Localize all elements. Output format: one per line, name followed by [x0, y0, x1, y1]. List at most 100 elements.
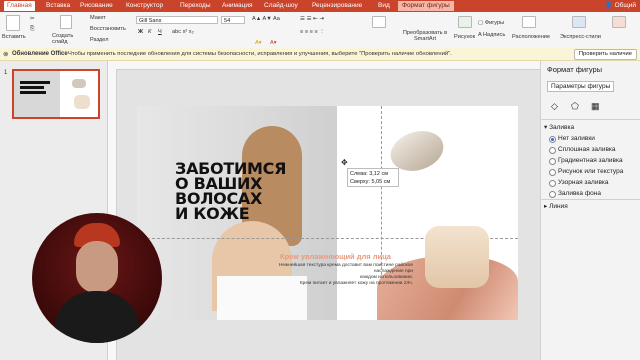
- effects-icon[interactable]: ⬠: [571, 101, 579, 112]
- thumbnail-headline-bar: [20, 81, 50, 84]
- update-notification-bar: ⊗ Обновление Office Чтобы применить посл…: [0, 48, 640, 61]
- tab-shape-format[interactable]: Формат фигуры: [398, 1, 454, 11]
- copy-icon[interactable]: ⎘: [30, 26, 34, 33]
- tab-review[interactable]: Рецензирование: [312, 1, 362, 11]
- fill-radio-gradient[interactable]: [549, 158, 556, 165]
- picture-icon[interactable]: [458, 16, 472, 28]
- fill-radio-none[interactable]: [549, 136, 556, 143]
- align-icons[interactable]: ≡ ≡ ≡ ≡ ⋮: [300, 29, 325, 35]
- fill-section-label: Заливка: [549, 124, 575, 131]
- move-cursor-icon: ✥: [341, 158, 348, 167]
- tooltip-left: Слева: 3,12 см: [350, 171, 388, 177]
- bold-button[interactable]: Ж: [138, 29, 143, 35]
- smartart-icon[interactable]: [372, 16, 386, 28]
- pane-title: Формат фигуры: [547, 65, 603, 74]
- face-shape: [76, 241, 118, 293]
- format-shape-pane: Формат фигуры Параметры фигуры ◇ ⬠ ▦ ▾ З…: [540, 61, 640, 360]
- tab-design[interactable]: Конструктор: [126, 1, 163, 11]
- fill-line-icon[interactable]: ◇: [551, 101, 558, 112]
- new-slide-label: Создать слайд: [52, 33, 74, 45]
- arrange-label: Расположение: [512, 34, 551, 40]
- tab-home[interactable]: Главная: [4, 1, 35, 11]
- quick-styles-label: Экспресс-стили: [560, 34, 601, 40]
- slide-headline[interactable]: ЗАБОТИМСЯ О ВАШИХ ВОЛОСАХ И КОЖЕ: [175, 161, 286, 223]
- shapes-button[interactable]: ▢ Фигуры: [478, 20, 504, 26]
- line-section-toggle[interactable]: ▸ Линия: [544, 202, 568, 210]
- pane-divider: [541, 119, 640, 120]
- jacket-shape: [54, 291, 140, 343]
- textbox-label: Надпись: [482, 32, 506, 38]
- tab-view[interactable]: Вид: [378, 1, 390, 11]
- ribbon-tab-bar: Главная Вставка Рисование Конструктор Пе…: [0, 0, 640, 12]
- bullets-icon[interactable]: ☰ ☰ ⇤ ⇥: [300, 16, 324, 22]
- reset-button[interactable]: Восстановить: [90, 26, 126, 32]
- shapes-label: Фигуры: [484, 20, 505, 26]
- arrange-icon[interactable]: [522, 16, 536, 28]
- thumbnail-jar: [74, 95, 90, 109]
- fill-radio-picture[interactable]: [549, 169, 556, 176]
- fill-radio-pattern[interactable]: [549, 180, 556, 187]
- body-line: Нежнейшая текстура крема доставит вам по…: [278, 263, 413, 274]
- cut-icon[interactable]: ✂: [30, 16, 35, 22]
- font-name-select[interactable]: Gill Sans: [136, 16, 218, 24]
- fill-option-label: Градиентная заливка: [558, 157, 623, 164]
- slide[interactable]: ЗАБОТИМСЯ О ВАШИХ ВОЛОСАХ И КОЖЕ Крем ув…: [137, 106, 518, 320]
- fill-radio-solid[interactable]: [549, 147, 556, 154]
- presenter-webcam: [32, 213, 162, 343]
- fill-section-toggle[interactable]: ▾ Заливка: [544, 123, 574, 131]
- pane-divider: [541, 199, 640, 200]
- notice-text: Чтобы применить последние обновления для…: [68, 51, 452, 57]
- position-tooltip: Слева: 3,12 см Сверху: 5,05 см: [347, 168, 399, 187]
- slide-subheading[interactable]: Крем увлажняющий для лица: [280, 252, 391, 261]
- horizontal-ruler: [108, 61, 540, 70]
- check-updates-button[interactable]: Проверить наличие: [573, 49, 637, 60]
- tab-slideshow[interactable]: Слайд-шоу: [264, 1, 298, 11]
- font-color-icon[interactable]: A▾: [270, 40, 277, 46]
- line-section-label: Линия: [549, 203, 568, 210]
- smartart-label: Преобразовать в SmartArt: [402, 30, 448, 42]
- slide-thumbnail[interactable]: [12, 69, 100, 119]
- tab-animations[interactable]: Анимация: [222, 1, 253, 11]
- fill-option-label: Заливка фона: [558, 190, 601, 197]
- highlight-color-icon[interactable]: A▾: [255, 40, 262, 46]
- section-button[interactable]: Раздел: [90, 37, 109, 43]
- tab-transitions[interactable]: Переходы: [180, 1, 211, 11]
- underline-button[interactable]: Ч: [158, 29, 162, 35]
- paste-icon[interactable]: [6, 15, 20, 31]
- paste-label: Вставить: [2, 34, 26, 40]
- share-button[interactable]: 👤 Общий: [605, 1, 636, 9]
- body-line: Крем питает и увлажняет кожу на протяжен…: [299, 281, 413, 286]
- italic-button[interactable]: К: [148, 29, 151, 35]
- thumbnail-lid: [72, 79, 86, 88]
- textbox-button[interactable]: A Надпись: [478, 32, 505, 38]
- headline-line: И КОЖЕ: [175, 204, 250, 223]
- layout-button[interactable]: Макет: [90, 15, 106, 21]
- strike-button[interactable]: abc x² x₂: [172, 29, 194, 35]
- shape-fill-icon[interactable]: [612, 16, 626, 28]
- tab-draw[interactable]: Рисование: [80, 1, 113, 11]
- picture-label: Рисунок: [454, 34, 476, 40]
- tab-insert[interactable]: Вставка: [46, 1, 70, 11]
- slide-number: 1: [4, 70, 8, 76]
- thumbnail-photo: [14, 71, 60, 117]
- ribbon: Вставить ✂ ⎘ Создать слайд Макет Восстан…: [0, 12, 640, 49]
- grow-font-icon[interactable]: A▲ A▼ Aa: [252, 16, 280, 22]
- thumbnail-headline-bar: [20, 91, 46, 94]
- size-properties-icon[interactable]: ▦: [591, 101, 600, 112]
- shape-options-tab[interactable]: Параметры фигуры: [547, 81, 615, 92]
- tooltip-top: Сверху: 5,05 см: [350, 179, 391, 185]
- notice-title: Обновление Office: [12, 51, 68, 57]
- cream-jar-image[interactable]: [425, 226, 489, 288]
- warning-icon: ⊗: [3, 51, 9, 58]
- fill-option-label: Узорная заливка: [558, 179, 609, 186]
- new-slide-icon[interactable]: [60, 15, 72, 29]
- quick-styles-icon[interactable]: [572, 16, 586, 28]
- slide-body-text[interactable]: Нежнейшая текстура крема доставит вам по…: [257, 263, 413, 287]
- thumbnail-headline-bar: [20, 86, 44, 89]
- fill-option-label: Рисунок или текстура: [558, 168, 624, 175]
- font-size-select[interactable]: 54: [221, 16, 245, 24]
- fill-option-label: Сплошная заливка: [558, 146, 616, 153]
- fill-option-label: Нет заливки: [558, 135, 595, 142]
- share-label: Общий: [614, 2, 636, 9]
- fill-radio-background[interactable]: [549, 191, 556, 198]
